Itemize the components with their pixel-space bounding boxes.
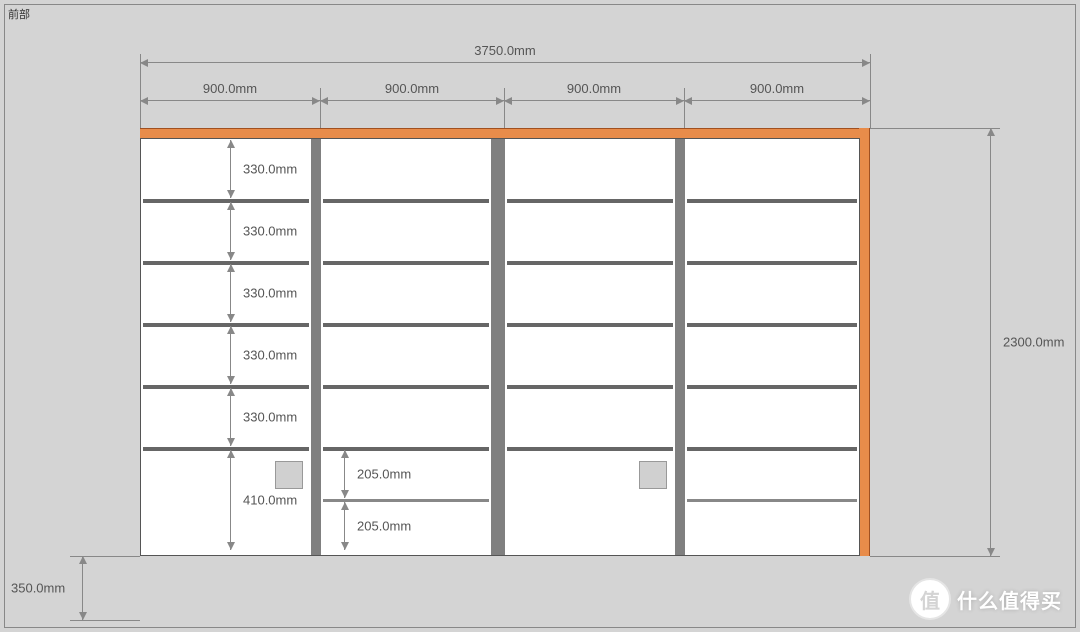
watermark-badge-icon: 值 (911, 580, 949, 618)
extension-line (504, 88, 505, 128)
shelf (507, 447, 673, 451)
shelf (143, 447, 309, 451)
shelf (323, 385, 489, 389)
dimension-label: 410.0mm (243, 493, 297, 508)
dimension-shelf: 330.0mm (230, 140, 231, 198)
shelf (143, 199, 309, 203)
dimension-label: 330.0mm (243, 162, 297, 177)
extension-line (320, 88, 321, 128)
right-trim (859, 128, 870, 556)
dimension-shelf: 330.0mm (230, 264, 231, 322)
shelf (143, 323, 309, 327)
dimension-label: 330.0mm (243, 286, 297, 301)
dimension-shelf: 330.0mm (230, 388, 231, 446)
dimension-label: 900.0mm (750, 81, 804, 96)
dimension-drawer-upper: 205.0mm (344, 450, 345, 498)
shelf (687, 199, 857, 203)
shelf (687, 385, 857, 389)
view-title: 前部 (8, 6, 30, 22)
dimension-drawer-lower: 205.0mm (344, 502, 345, 550)
column-4 (685, 139, 859, 555)
extension-line (684, 88, 685, 128)
extension-line (870, 128, 1000, 129)
watermark: 值 什么值得买 (911, 580, 1062, 618)
shelf (507, 385, 673, 389)
shelf (687, 323, 857, 327)
drawer-divider (687, 499, 857, 502)
dimension-label: 900.0mm (567, 81, 621, 96)
extension-line (70, 620, 140, 621)
extension-line (870, 556, 1000, 557)
dimension-label: 205.0mm (357, 467, 411, 482)
dimension-col3: 900.0mm (504, 100, 684, 101)
extension-line (870, 54, 871, 128)
shelf (323, 323, 489, 327)
shelf (507, 323, 673, 327)
dimension-label: 900.0mm (385, 81, 439, 96)
dimension-col1: 900.0mm (140, 100, 320, 101)
dimension-total-width: 3750.0mm (140, 62, 870, 63)
dimension-base-height: 350.0mm (82, 556, 83, 620)
watermark-text: 什么值得买 (957, 585, 1062, 614)
dimension-label: 330.0mm (243, 348, 297, 363)
dimension-shelf: 330.0mm (230, 202, 231, 260)
shelf (687, 447, 857, 451)
dimension-label: 3750.0mm (474, 43, 535, 58)
shelf (143, 261, 309, 265)
dimension-label: 2300.0mm (1003, 335, 1064, 350)
dimension-col2: 900.0mm (320, 100, 504, 101)
outlet-icon (275, 461, 303, 489)
dimension-label: 330.0mm (243, 224, 297, 239)
shelf (143, 385, 309, 389)
dimension-total-height: 2300.0mm (990, 128, 991, 556)
dimension-shelf: 330.0mm (230, 326, 231, 384)
column-3 (505, 139, 685, 555)
outlet-icon (639, 461, 667, 489)
shelf (323, 199, 489, 203)
shelf (323, 261, 489, 265)
shelf (507, 199, 673, 203)
dimension-label: 900.0mm (203, 81, 257, 96)
dimension-bottom: 410.0mm (230, 450, 231, 550)
dimension-col4: 900.0mm (684, 100, 870, 101)
dimension-label: 205.0mm (357, 519, 411, 534)
dimension-label: 330.0mm (243, 410, 297, 425)
shelf (507, 261, 673, 265)
shelf (687, 261, 857, 265)
dimension-label: 350.0mm (11, 581, 65, 596)
